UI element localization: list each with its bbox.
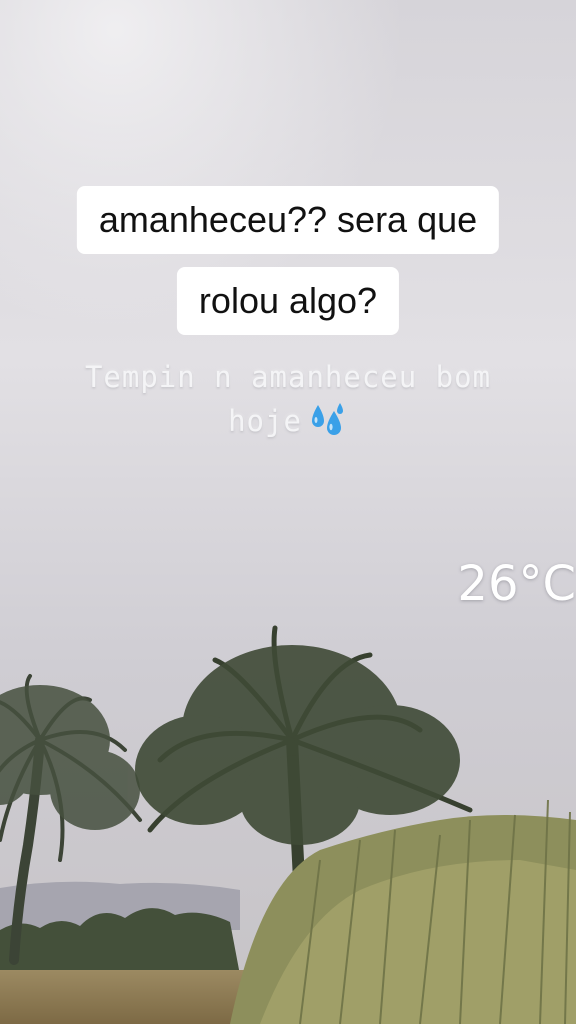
sweat-droplets-icon bbox=[308, 401, 348, 437]
typed-text-line-1: Tempin n amanheceu bom bbox=[84, 360, 492, 394]
typed-text-line-2: hoje bbox=[18, 400, 558, 442]
sky-background bbox=[0, 0, 576, 1024]
field bbox=[0, 970, 260, 1024]
caption-line-1: amanheceu?? sera que bbox=[76, 186, 500, 254]
caption-line-2: rolou algo? bbox=[176, 267, 400, 335]
temperature-sticker: 26°C bbox=[457, 556, 576, 612]
typed-text-line-2-label: hoje bbox=[228, 404, 302, 438]
